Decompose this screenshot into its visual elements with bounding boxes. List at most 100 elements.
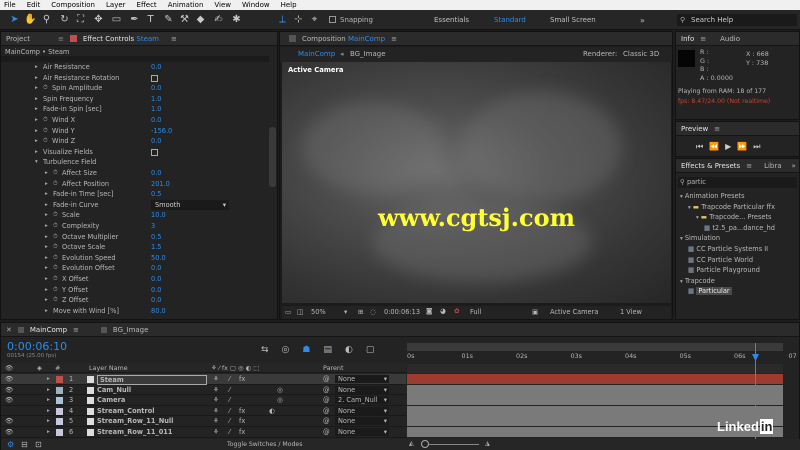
timeline-current-time[interactable]: 0:00:06:10 [7,340,67,353]
subtab-bg-image[interactable]: BG_Image [350,50,386,58]
tab-timeline-maincomp[interactable]: MainComp [30,326,67,334]
tab-audio[interactable]: Audio [720,35,740,43]
property-value[interactable]: 1.0 [151,94,162,105]
property-value[interactable]: 10.0 [151,210,166,221]
frame-blending-icon[interactable]: ▤ [323,345,345,355]
motion-blur-icon[interactable]: ◐ [345,345,366,355]
effects-item[interactable]: ▦ CC Particle World [688,256,753,264]
stopwatch-icon[interactable]: ⏱ [43,83,48,94]
clone-stamp-tool-icon[interactable]: ⚒ [178,13,191,26]
tab-menu-icon[interactable]: ≡ [73,326,79,334]
property-checkbox[interactable] [151,74,158,82]
tab-timeline-bg-image[interactable]: BG_Image [113,326,149,334]
property-value[interactable]: 0.0 [151,263,162,274]
effects-item[interactable]: ▦ CC Particle Systems II [688,245,768,253]
property-value[interactable]: 50.0 [151,253,166,264]
layer-duration-bar[interactable] [407,384,783,395]
property-value[interactable]: 201.0 [151,179,170,190]
property-value[interactable]: 0.0 [151,168,162,179]
stopwatch-icon[interactable]: ⏱ [53,221,58,232]
expand-icon[interactable]: ▸ [35,104,38,115]
property-value[interactable]: 0.0 [151,274,162,285]
property-value[interactable]: 0.0 [151,136,162,147]
property-value[interactable]: 3 [151,221,155,232]
tab-menu-icon[interactable]: ≡ [746,162,752,170]
close-icon[interactable]: ✕ [6,326,12,334]
tab-info[interactable]: Info [681,35,694,43]
expand-icon[interactable]: ▸ [45,210,48,221]
property-value[interactable]: 1.5 [151,242,162,253]
property-value[interactable]: 0.5 [151,189,162,200]
workspace-overflow-icon[interactable]: » [640,16,645,25]
composition-viewer[interactable]: www.cgtsj.com [282,62,671,303]
expand-icon[interactable]: ▸ [45,295,48,306]
effects-category[interactable]: ▾ Trapcode [680,277,715,285]
stopwatch-icon[interactable]: ⏱ [53,263,58,274]
property-value[interactable]: 0.5 [151,232,162,243]
type-tool-icon[interactable]: T [144,13,157,26]
pan-behind-tool-icon[interactable]: ✥ [92,13,105,26]
expand-icon[interactable]: ▸ [35,83,38,94]
workspace-standard[interactable]: Standard [494,16,526,24]
expand-icon[interactable]: ▸ [45,168,48,179]
rectangle-tool-icon[interactable]: ▭ [110,13,123,26]
menu-composition[interactable]: Composition [51,1,95,9]
expand-icon[interactable]: ▸ [45,263,48,274]
zoom-slider-handle[interactable] [421,440,429,448]
expand-icon[interactable]: ▸ [35,94,38,105]
tab-libraries[interactable]: Libra [764,162,781,170]
stopwatch-icon[interactable]: ⏱ [53,179,58,190]
selection-tool-icon[interactable]: ➤ [8,13,21,26]
expand-icon[interactable]: ▸ [35,136,38,147]
menu-window[interactable]: Window [242,1,270,9]
property-value[interactable]: 1.0 [151,104,162,115]
expand-icon[interactable]: ▸ [45,221,48,232]
composition-mini-flowchart-icon[interactable]: ⇆ [261,345,282,355]
layer-duration-bar[interactable] [407,395,783,406]
menu-animation[interactable]: Animation [168,1,204,9]
stopwatch-icon[interactable]: ⏱ [53,168,58,179]
next-frame-icon[interactable]: ⏩ [737,142,753,151]
menu-effect[interactable]: Effect [137,1,157,9]
magnification-value[interactable]: 50% [311,308,326,316]
expand-icon[interactable]: ▸ [35,62,38,73]
stopwatch-icon[interactable]: ⏱ [53,285,58,296]
property-value[interactable]: 0.0 [151,295,162,306]
stopwatch-icon[interactable]: ⏱ [53,274,58,285]
layer-duration-bar[interactable] [407,374,783,384]
effect-scrollbar[interactable] [269,127,276,187]
stopwatch-icon[interactable]: ⏱ [43,115,48,126]
tab-menu-icon[interactable]: ≡ [714,125,720,133]
stopwatch-icon[interactable]: ⏱ [53,253,58,264]
stopwatch-icon[interactable]: ⏱ [43,136,48,147]
stopwatch-icon[interactable]: ⏱ [43,126,48,137]
pen-tool-icon[interactable]: ✒ [128,13,141,26]
effects-category[interactable]: ▾ Animation Presets [680,192,745,200]
effects-item[interactable]: ▦ t2.5_pa...dance_hd [704,224,775,232]
stopwatch-icon[interactable]: ⏱ [53,232,58,243]
tab-composition[interactable]: Composition MainComp [302,35,385,43]
dropdown-icon[interactable]: ▾ [344,308,347,316]
mask-toggle-icon[interactable]: ⊟ [21,440,28,449]
menu-edit[interactable]: Edit [27,1,41,9]
menu-layer[interactable]: Layer [106,1,126,9]
expand-icon[interactable]: ▸ [35,126,38,137]
3d-view-value[interactable]: Active Camera [550,308,598,316]
expand-icon[interactable]: ▸ [45,232,48,243]
expand-icon[interactable]: ▸ [45,242,48,253]
tab-menu-icon[interactable]: ≡ [58,35,64,43]
toggle-switches-modes[interactable]: Toggle Switches / Modes [227,441,302,448]
property-value[interactable]: 0.0 [151,285,162,296]
expand-icon[interactable]: ▸ [35,73,38,84]
expand-icon[interactable]: ▸ [45,189,48,200]
resolution-value[interactable]: Full [470,308,481,316]
property-value[interactable]: 80.0 [151,306,166,317]
first-frame-icon[interactable]: ⏮ [696,142,709,151]
search-help-input[interactable]: ⚲ Search Help [677,14,797,26]
hand-tool-icon[interactable]: ✋ [24,13,37,26]
brush-tool-icon[interactable]: ✎ [162,13,175,26]
tab-menu-icon[interactable]: ≡ [700,35,706,43]
zoom-out-icon[interactable]: ◭ [409,440,414,447]
effects-item[interactable]: ▾ ▬ Trapcode Particular ffx [688,203,775,211]
subtab-maincomp[interactable]: MainComp [298,50,335,58]
